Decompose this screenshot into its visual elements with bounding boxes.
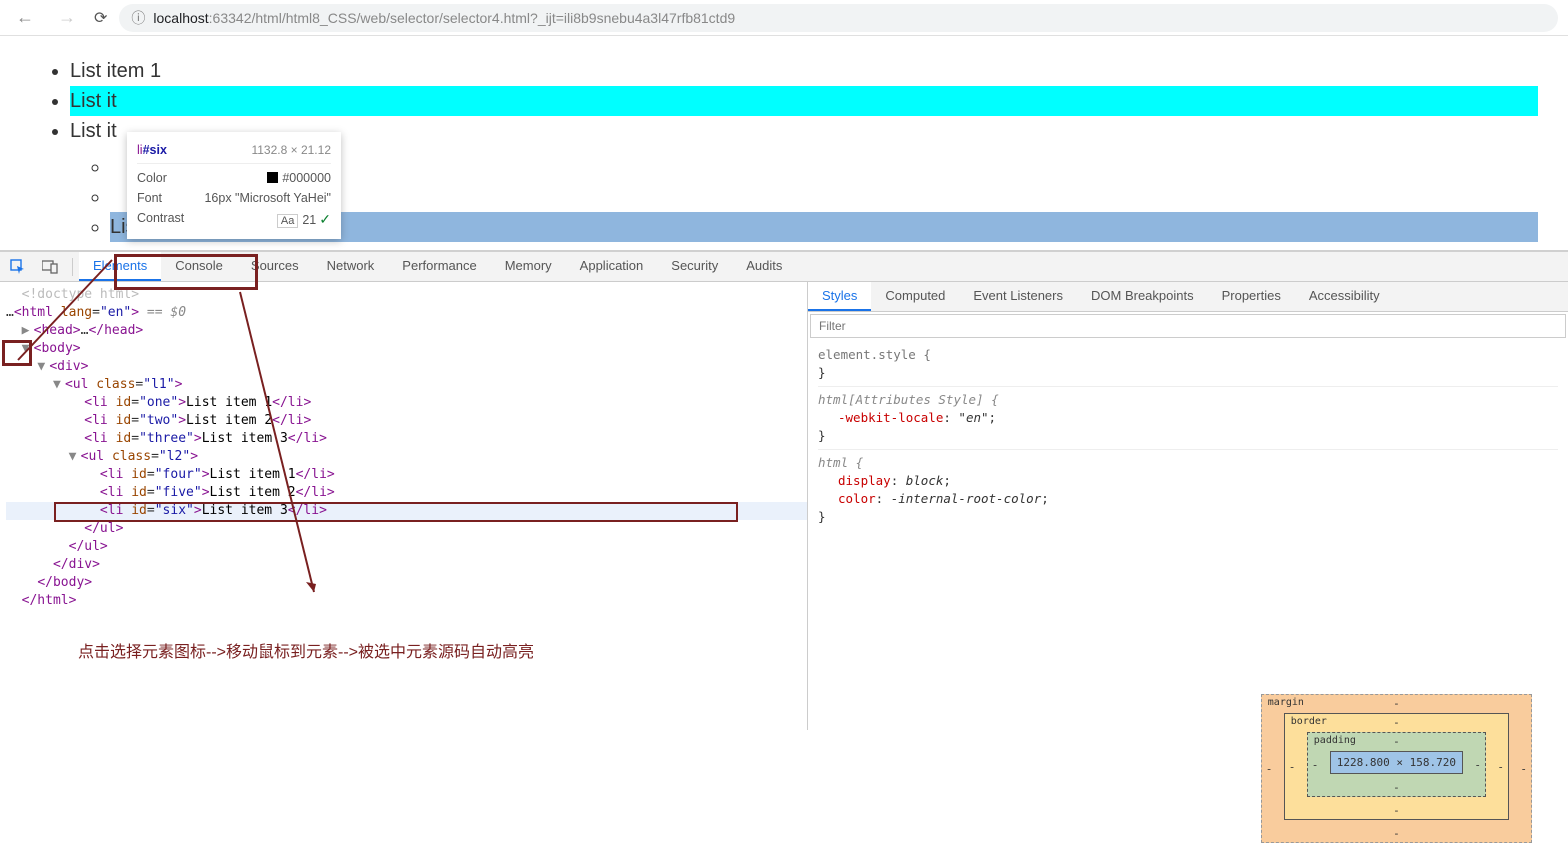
- elements-panel[interactable]: <!doctype html> …<html lang="en"> == $0 …: [0, 282, 808, 730]
- devtools: Elements Console Sources Network Perform…: [0, 250, 1568, 730]
- forward-button[interactable]: →: [52, 3, 82, 32]
- tab-audits[interactable]: Audits: [732, 252, 796, 281]
- url-text: localhost:63342/html/html8_CSS/web/selec…: [153, 10, 735, 26]
- reload-button[interactable]: ⟳: [94, 8, 107, 28]
- dom-line[interactable]: </body>: [6, 574, 807, 592]
- element-tooltip: li#six 1132.8 × 21.12 Color#000000 Font1…: [127, 132, 341, 239]
- annotation-box-code: [54, 502, 738, 522]
- dom-line[interactable]: ▼<ul class="l2">: [6, 448, 807, 466]
- subtab-dombreakpoints[interactable]: DOM Breakpoints: [1077, 282, 1208, 311]
- subtab-styles[interactable]: Styles: [808, 282, 871, 311]
- list-item: List item 1: [70, 56, 1538, 86]
- tab-security[interactable]: Security: [657, 252, 732, 281]
- browser-toolbar: ← → ⟳ ⓘ localhost:63342/html/html8_CSS/w…: [0, 0, 1568, 36]
- inspect-element-button[interactable]: [2, 259, 34, 275]
- tab-performance[interactable]: Performance: [388, 252, 490, 281]
- page-viewport: List item 1 List it List it List item 3 …: [0, 36, 1568, 250]
- address-bar[interactable]: ⓘ localhost:63342/html/html8_CSS/web/sel…: [119, 4, 1558, 32]
- box-model: margin - - - - border - - - - padding: [1261, 694, 1532, 730]
- dom-line[interactable]: <li id="three">List item 3</li>: [6, 430, 807, 448]
- dom-line[interactable]: ▼<div>: [6, 358, 807, 376]
- subtab-properties[interactable]: Properties: [1208, 282, 1295, 311]
- styles-sidebar: Styles Computed Event Listeners DOM Brea…: [808, 282, 1568, 730]
- subtab-accessibility[interactable]: Accessibility: [1295, 282, 1394, 311]
- dom-line[interactable]: …<html lang="en"> == $0: [6, 304, 807, 322]
- styles-filter[interactable]: [810, 314, 1566, 338]
- back-button[interactable]: ←: [10, 3, 40, 32]
- dom-line[interactable]: <li id="five">List item 2</li>: [6, 484, 807, 502]
- dom-line[interactable]: ▶<head>…</head>: [6, 322, 807, 340]
- list-item: List it: [70, 86, 1538, 116]
- dom-line[interactable]: </ul>: [6, 538, 807, 556]
- dom-line[interactable]: </html>: [6, 592, 807, 610]
- tab-memory[interactable]: Memory: [491, 252, 566, 281]
- subtab-eventlisteners[interactable]: Event Listeners: [959, 282, 1077, 311]
- styles-rules[interactable]: element.style { } html[Attributes Style]…: [808, 340, 1568, 532]
- annotation-text: 点击选择元素图标-->移动鼠标到元素-->被选中元素源码自动高亮: [78, 638, 807, 662]
- tab-network[interactable]: Network: [313, 252, 389, 281]
- dom-line[interactable]: <li id="four">List item 1</li>: [6, 466, 807, 484]
- dom-line[interactable]: ▼<body>: [6, 340, 807, 358]
- dom-line[interactable]: <li id="one">List item 1</li>: [6, 394, 807, 412]
- dom-line[interactable]: ▼<ul class="l1">: [6, 376, 807, 394]
- dom-line[interactable]: <li id="two">List item 2</li>: [6, 412, 807, 430]
- styles-tabbar: Styles Computed Event Listeners DOM Brea…: [808, 282, 1568, 312]
- styles-filter-input[interactable]: [811, 315, 1565, 337]
- dom-line[interactable]: </ul>: [6, 520, 807, 538]
- annotation-box-inspector: [2, 340, 32, 366]
- dom-line[interactable]: </div>: [6, 556, 807, 574]
- device-toolbar-button[interactable]: [34, 260, 66, 274]
- info-icon: ⓘ: [131, 8, 145, 28]
- tab-application[interactable]: Application: [566, 252, 658, 281]
- annotation-box: [114, 254, 258, 290]
- subtab-computed[interactable]: Computed: [871, 282, 959, 311]
